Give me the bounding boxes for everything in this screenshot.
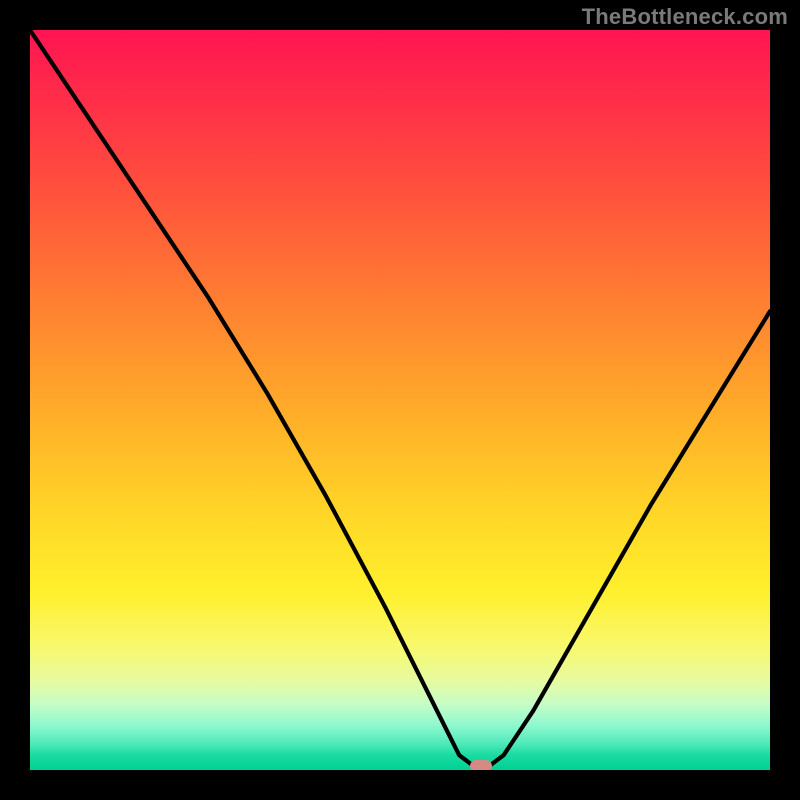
bottleneck-curve bbox=[30, 30, 770, 770]
watermark-text: TheBottleneck.com bbox=[582, 4, 788, 30]
plot-area bbox=[30, 30, 770, 770]
chart-frame: TheBottleneck.com bbox=[0, 0, 800, 800]
optimum-marker bbox=[470, 760, 492, 770]
curve-path bbox=[30, 30, 770, 766]
